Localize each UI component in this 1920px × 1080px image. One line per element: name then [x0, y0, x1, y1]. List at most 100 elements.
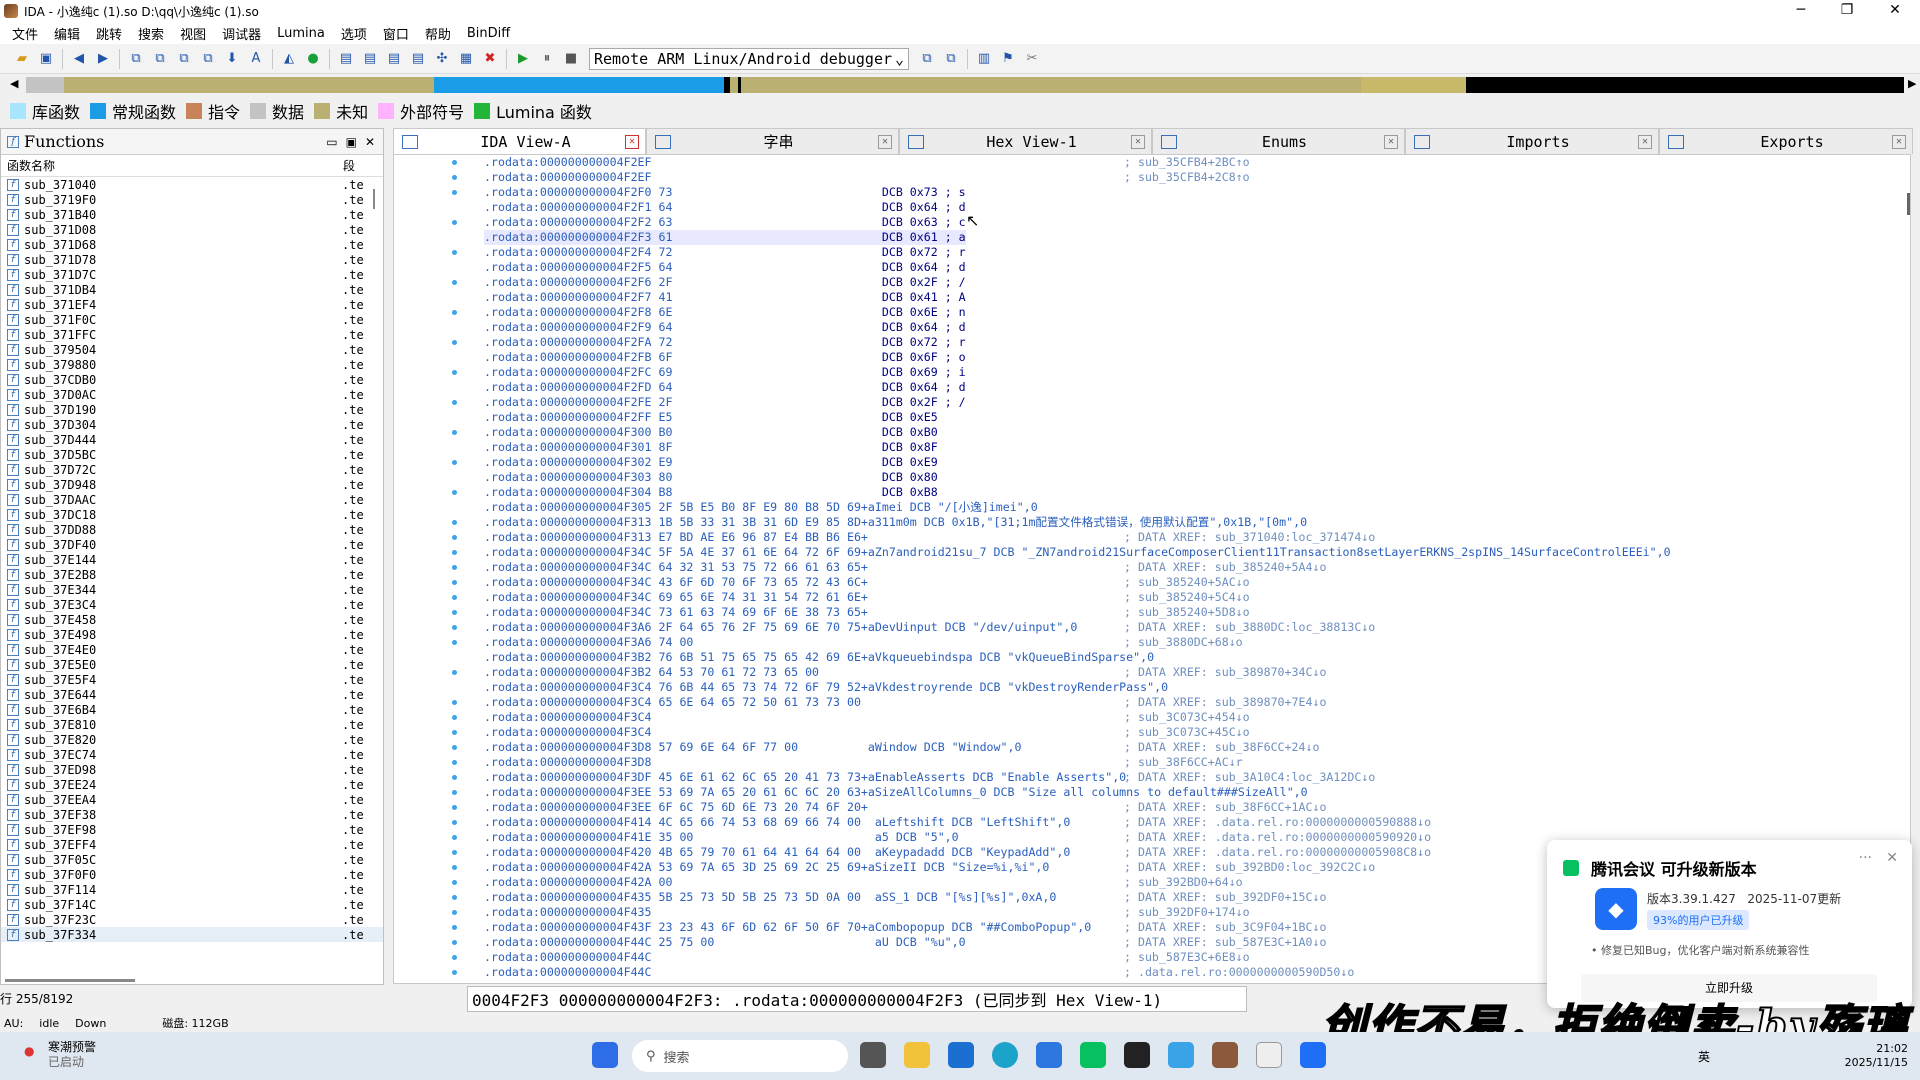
disassembly-line[interactable]: .rodata:000000000004F435 5B 25 73 5D 5B … — [484, 890, 1326, 905]
disassembly-line[interactable]: .rodata:000000000004F34C 73 61 63 74 69 … — [484, 605, 1250, 620]
call-graph-icon[interactable]: ▤ — [384, 49, 404, 69]
disassembly-line[interactable]: .rodata:000000000004F3EE 53 69 7A 65 20 … — [484, 785, 1308, 800]
input-language[interactable]: 英 — [1698, 1048, 1710, 1065]
disassembly-line[interactable]: .rodata:000000000004F2F9 64 DCB 0x64 ; d — [484, 320, 966, 335]
menu-options[interactable]: 选项 — [333, 24, 375, 43]
function-row[interactable]: f sub_3719F0 .te — [1, 192, 383, 207]
tab-strings[interactable]: 字串 ✕ — [646, 128, 899, 154]
function-row[interactable]: f sub_37CDB0 .te — [1, 372, 383, 387]
disassembly-line[interactable]: .rodata:000000000004F435 ; sub_392DF0+174… — [484, 905, 1250, 920]
menu-file[interactable]: 文件 — [4, 24, 46, 43]
ida-taskbar-icon[interactable] — [1212, 1042, 1238, 1068]
function-row[interactable]: f sub_37E498 .te — [1, 627, 383, 642]
script-icon[interactable]: ▦ — [456, 49, 476, 69]
xref-icon[interactable]: ▤ — [408, 49, 428, 69]
back-arrow-icon[interactable]: ◀ — [69, 49, 89, 69]
disassembly-line[interactable]: .rodata:000000000004F34C 5F 5A 4E 37 61 … — [484, 545, 1671, 560]
disassembly-line[interactable]: .rodata:000000000004F42A 00 ; sub_392BD0+… — [484, 875, 1243, 890]
disassembly-line[interactable]: .rodata:000000000004F2F7 41 DCB 0x41 ; A — [484, 290, 966, 305]
disassembly-line[interactable]: .rodata:000000000004F2FE 2F DCB 0x2F ; / — [484, 395, 966, 410]
tab-close-icon[interactable]: ✕ — [1638, 134, 1652, 149]
breakpoint-list-icon[interactable]: ▥ — [974, 49, 994, 69]
disassembly-line[interactable]: .rodata:000000000004F2FC 69 DCB 0x69 ; i — [484, 365, 966, 380]
nav-right-arrow-icon[interactable]: ▶ — [1908, 77, 1916, 90]
function-row[interactable]: f sub_37E3C4 .te — [1, 597, 383, 612]
function-row[interactable]: f sub_37F23C .te — [1, 912, 383, 927]
function-row[interactable]: f sub_37E144 .te — [1, 552, 383, 567]
disassembly-line[interactable]: .rodata:000000000004F44C ; sub_587E3C+6E8… — [484, 950, 1250, 965]
disassembly-line[interactable]: .rodata:000000000004F3C4 65 6E 64 65 72 … — [484, 695, 1326, 710]
disassembly-line[interactable]: .rodata:000000000004F3A6 2F 64 65 76 2F … — [484, 620, 1375, 635]
function-row[interactable]: f sub_37D444 .te — [1, 432, 383, 447]
function-row[interactable]: f sub_37D304 .te — [1, 417, 383, 432]
function-row[interactable]: f sub_37D5BC .te — [1, 447, 383, 462]
attach-icon[interactable]: ⧉ — [917, 49, 937, 69]
panel-close-icon[interactable]: ✕ — [365, 135, 375, 149]
menu-bindiff[interactable]: BinDiff — [459, 26, 518, 41]
function-row[interactable]: f sub_37D948 .te — [1, 477, 383, 492]
function-row[interactable]: f sub_37E810 .te — [1, 717, 383, 732]
disassembly-line[interactable]: .rodata:000000000004F305 2F 5B E5 B0 8F … — [484, 500, 1038, 515]
function-row[interactable]: f sub_37E344 .te — [1, 582, 383, 597]
column-function-name[interactable]: 函数名称 — [1, 157, 343, 174]
menu-view[interactable]: 视图 — [172, 24, 214, 43]
maximize-button[interactable]: ❐ — [1824, 0, 1870, 22]
app-icon[interactable] — [1036, 1042, 1062, 1068]
disassembly-line[interactable]: .rodata:000000000004F3DF 45 6E 61 62 6C … — [484, 770, 1375, 785]
disassembly-line[interactable]: .rodata:000000000004F43F 23 23 43 6F 6D … — [484, 920, 1326, 935]
stop-x-icon[interactable]: ✖ — [480, 49, 500, 69]
store-icon[interactable] — [948, 1042, 974, 1068]
pause-icon[interactable]: ⏸ — [537, 49, 557, 69]
horizontal-scrollbar[interactable] — [5, 979, 135, 982]
function-row[interactable]: f sub_37F0F0 .te — [1, 867, 383, 882]
disassembly-line[interactable]: .rodata:000000000004F2F0 73 DCB 0x73 ; s — [484, 185, 966, 200]
tab-exports[interactable]: Exports ✕ — [1659, 128, 1913, 154]
stop-icon[interactable]: ■ — [561, 49, 581, 69]
tab-close-icon[interactable]: ✕ — [625, 134, 639, 149]
disassembly-line[interactable]: .rodata:000000000004F44C 25 75 00 aU DCB… — [484, 935, 1326, 950]
disassembly-line[interactable]: .rodata:000000000004F2F1 64 DCB 0x64 ; d — [484, 200, 966, 215]
disassembly-line[interactable]: .rodata:000000000004F2FD 64 DCB 0x64 ; d — [484, 380, 966, 395]
edge-browser-icon[interactable] — [992, 1042, 1018, 1068]
download-arrow-icon[interactable]: ⬇ — [222, 49, 242, 69]
panel-float-icon[interactable]: ▭ — [326, 135, 337, 149]
graph-icon[interactable]: ◭ — [279, 49, 299, 69]
disassembly-line[interactable]: .rodata:000000000004F3D8 57 69 6E 64 6F … — [484, 740, 1319, 755]
function-row[interactable]: f sub_371DB4 .te — [1, 282, 383, 297]
function-row[interactable]: f sub_379880 .te — [1, 357, 383, 372]
save-icon[interactable]: ▣ — [36, 49, 56, 69]
function-row[interactable]: f sub_37DC18 .te — [1, 507, 383, 522]
copy-icon[interactable]: ⧉ — [126, 49, 146, 69]
menu-windows[interactable]: 窗口 — [375, 24, 417, 43]
disassembly-line[interactable]: .rodata:000000000004F2FB 6F DCB 0x6F ; o — [484, 350, 966, 365]
function-row[interactable]: f sub_371D78 .te — [1, 252, 383, 267]
disassembly-line[interactable]: .rodata:000000000004F300 B0 DCB 0xB0 — [484, 425, 938, 440]
function-row[interactable]: f sub_37F114 .te — [1, 882, 383, 897]
green-circle-icon[interactable]: ● — [303, 49, 323, 69]
vertical-scrollbar[interactable] — [1907, 193, 1910, 215]
tencent-meeting-icon[interactable] — [1300, 1042, 1326, 1068]
tab-enums[interactable]: Enums ✕ — [1152, 128, 1405, 154]
detach-icon[interactable]: ⧉ — [941, 49, 961, 69]
tab-close-icon[interactable]: ✕ — [1384, 134, 1398, 149]
wechat-icon[interactable] — [1080, 1042, 1106, 1068]
tab-ida-view-a[interactable]: IDA View-A ✕ — [393, 128, 646, 154]
disassembly-line[interactable]: .rodata:000000000004F2FF E5 DCB 0xE5 — [484, 410, 938, 425]
column-segment[interactable]: 段 — [343, 157, 355, 174]
menu-lumina[interactable]: Lumina — [269, 26, 333, 41]
function-row[interactable]: f sub_371B40 .te — [1, 207, 383, 222]
taskbar-search[interactable]: ⚲ 搜索 — [632, 1040, 848, 1072]
function-row[interactable]: f sub_371D08 .te — [1, 222, 383, 237]
disassembly-line[interactable]: .rodata:000000000004F2EF ; sub_35CFB4+2C8… — [484, 170, 1250, 185]
function-row[interactable]: f sub_371F0C .te — [1, 312, 383, 327]
tab-hex-view[interactable]: Hex View-1 ✕ — [899, 128, 1152, 154]
function-row[interactable]: f sub_37DAAC .te — [1, 492, 383, 507]
function-row[interactable]: f sub_37EEA4 .te — [1, 792, 383, 807]
disassembly-line[interactable]: .rodata:000000000004F3C4 ; sub_3C073C+454… — [484, 710, 1250, 725]
panel-dock-icon[interactable]: ▣ — [346, 135, 357, 149]
weather-widget[interactable]: ● 寒潮预警 已启动 — [24, 1040, 96, 1070]
function-row[interactable]: f sub_379504 .te — [1, 342, 383, 357]
patch-icon[interactable]: ⧉ — [198, 49, 218, 69]
function-row[interactable]: f sub_37D72C .te — [1, 462, 383, 477]
disassembly-line[interactable]: .rodata:000000000004F3C4 ; sub_3C073C+45C… — [484, 725, 1250, 740]
